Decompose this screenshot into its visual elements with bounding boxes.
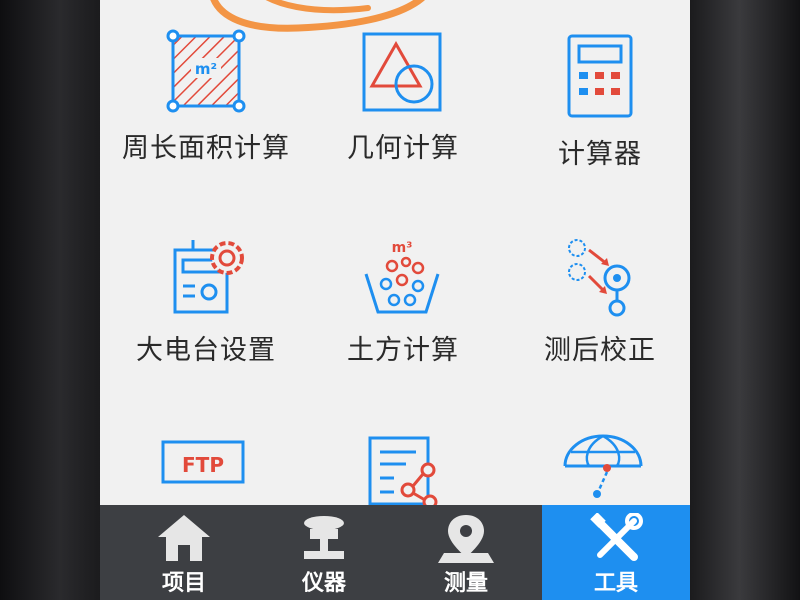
bottom-tab-bar: 项目 仪器 测量 工具	[100, 505, 690, 600]
tools-grid: m² 周长面积计算 几何计算 计算器 大电台设置 m³ 土方计算 测后校正 FT…	[100, 0, 690, 508]
tab-instrument[interactable]: 仪器	[250, 505, 398, 600]
tool-perimeter-area[interactable]: m² 周长面积计算	[108, 28, 304, 165]
tool-radio-settings[interactable]: 大电台设置	[108, 236, 304, 367]
tools-icon	[590, 513, 643, 561]
tab-label: 项目	[161, 571, 206, 596]
orange-scribble-annotation	[210, 0, 425, 32]
geometry-icon	[362, 32, 442, 112]
tab-label: 仪器	[301, 571, 346, 596]
earthwork-icon: m³	[364, 240, 440, 314]
tool-label: 计算器	[558, 139, 642, 170]
globe-antenna-icon	[563, 434, 643, 498]
ftp-icon-text: FTP	[182, 453, 224, 477]
tool-label: 几何计算	[347, 133, 459, 164]
earthwork-icon-text: m³	[392, 240, 413, 256]
tab-survey[interactable]: 测量	[392, 505, 540, 600]
radio-settings-icon	[173, 240, 244, 314]
tab-tools[interactable]: 工具	[542, 505, 690, 600]
tool-label: 测后校正	[544, 335, 656, 366]
tab-label: 测量	[443, 571, 488, 596]
tool-earthwork[interactable]: m³ 土方计算	[305, 236, 501, 367]
tool-calculator[interactable]: 计算器	[502, 28, 690, 171]
perimeter-area-icon: m²	[166, 29, 246, 113]
perimeter-icon-text: m²	[195, 60, 217, 78]
ftp-icon: FTP	[161, 440, 245, 484]
tool-ftp[interactable]: FTP	[108, 440, 304, 508]
tool-label: 大电台设置	[136, 335, 276, 366]
tab-label: 工具	[593, 571, 638, 596]
device-bezel-left	[0, 0, 100, 600]
tool-label: 土方计算	[347, 335, 459, 366]
document-share-icon	[368, 436, 438, 506]
post-survey-correction-icon	[568, 239, 631, 317]
tool-document-share[interactable]	[305, 434, 501, 514]
device-bezel-right	[690, 0, 800, 600]
device-screen: m² 周长面积计算 几何计算 计算器 大电台设置 m³ 土方计算 测后校正 FT…	[100, 0, 690, 600]
tool-globe-antenna[interactable]	[502, 432, 690, 512]
calculator-icon	[567, 34, 633, 118]
tool-geometry[interactable]: 几何计算	[305, 28, 501, 165]
gnss-receiver-icon	[304, 516, 344, 559]
home-icon	[158, 515, 210, 561]
tool-post-survey-correction[interactable]: 测后校正	[502, 236, 690, 367]
map-pin-icon	[438, 515, 494, 563]
tab-project[interactable]: 项目	[110, 505, 258, 600]
tool-label: 周长面积计算	[122, 133, 290, 164]
